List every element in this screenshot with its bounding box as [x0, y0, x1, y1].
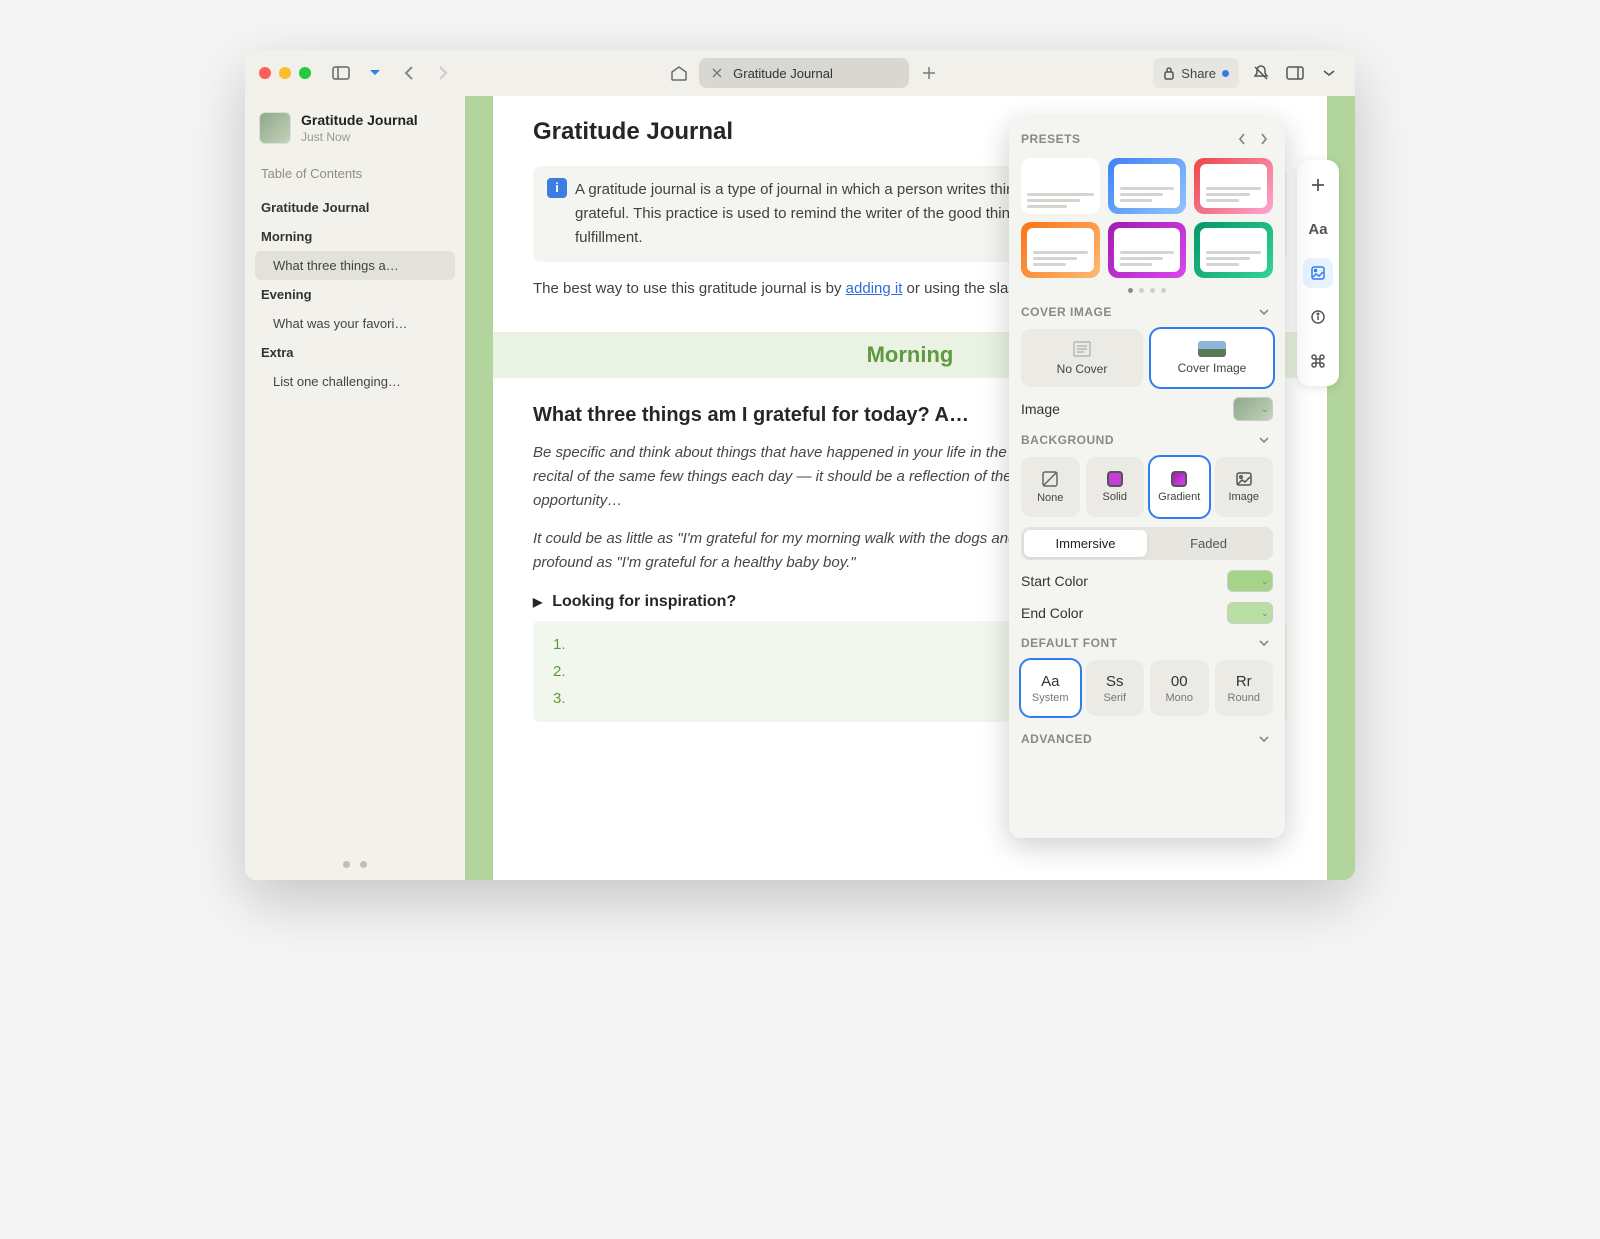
right-rail: Aa	[1297, 160, 1339, 386]
lock-icon	[1163, 66, 1175, 80]
cover-image-label: COVER IMAGE	[1021, 305, 1112, 319]
start-color-label: Start Color	[1021, 573, 1088, 589]
home-button[interactable]	[667, 61, 691, 85]
maximize-window-button[interactable]	[299, 67, 311, 79]
nav-forward-button[interactable]	[431, 61, 455, 85]
presets-label: PRESETS	[1021, 132, 1081, 146]
new-tab-button[interactable]	[917, 61, 941, 85]
background-label: BACKGROUND	[1021, 433, 1114, 447]
font-tiles: AaSystemSsSerif00MonoRrRound	[1021, 660, 1273, 716]
app-window: Gratitude Journal Share	[245, 50, 1355, 880]
paginator-dot-icon[interactable]	[1128, 288, 1133, 293]
toc-item[interactable]: Morning	[255, 222, 455, 251]
commands-button[interactable]	[1303, 346, 1333, 376]
content-area: Gratitude Journal i A gratitude journal …	[465, 96, 1355, 880]
bg-gradient-option[interactable]: Gradient	[1150, 457, 1209, 517]
toc-item[interactable]: List one challenging…	[255, 367, 455, 396]
bg-solid-option[interactable]: Solid	[1086, 457, 1145, 517]
document-header[interactable]: Gratitude Journal Just Now	[255, 108, 455, 160]
toolbar: Gratitude Journal Share	[245, 50, 1355, 96]
paginator-dot-icon[interactable]	[1139, 288, 1144, 293]
presets-paginator	[1021, 288, 1273, 293]
close-window-button[interactable]	[259, 67, 271, 79]
font-label: DEFAULT FONT	[1021, 636, 1117, 650]
bg-image-option[interactable]: Image	[1215, 457, 1274, 517]
cover-section-toggle[interactable]	[1255, 303, 1273, 321]
no-cover-option[interactable]: No Cover	[1021, 329, 1143, 387]
notifications-button[interactable]	[1249, 61, 1273, 85]
toc-item[interactable]: What was your favori…	[255, 309, 455, 338]
background-section-toggle[interactable]	[1255, 431, 1273, 449]
more-menu-button[interactable]	[1317, 61, 1341, 85]
page-dot-icon[interactable]	[360, 861, 367, 868]
tab-title: Gratitude Journal	[733, 66, 833, 81]
toc-item[interactable]: Gratitude Journal	[255, 193, 455, 222]
bg-mode-faded[interactable]: Faded	[1147, 530, 1270, 557]
bg-mode-segmented: Immersive Faded	[1021, 527, 1273, 560]
paginator-dot-icon[interactable]	[1161, 288, 1166, 293]
bg-none-option[interactable]: None	[1021, 457, 1080, 517]
toc-list: Gratitude JournalMorningWhat three thing…	[255, 193, 455, 396]
paginator-dot-icon[interactable]	[1150, 288, 1155, 293]
document-thumbnail-icon	[259, 112, 291, 144]
end-color-picker[interactable]: ⌄	[1227, 602, 1273, 624]
font-option-system[interactable]: AaSystem	[1021, 660, 1080, 716]
document-icon	[1070, 340, 1094, 358]
image-icon	[1235, 471, 1253, 487]
share-button[interactable]: Share	[1153, 58, 1239, 88]
cover-image-option[interactable]: Cover Image	[1151, 329, 1273, 387]
share-label: Share	[1181, 66, 1216, 81]
presets-prev-button[interactable]	[1233, 130, 1251, 148]
font-option-mono[interactable]: 00Mono	[1150, 660, 1209, 716]
preset-tile[interactable]	[1108, 158, 1187, 214]
landscape-icon	[1198, 341, 1226, 357]
end-color-label: End Color	[1021, 605, 1083, 621]
add-link[interactable]: adding it	[846, 280, 903, 297]
traffic-lights	[259, 67, 311, 79]
view-mode-dropdown[interactable]	[363, 61, 387, 85]
add-block-button[interactable]	[1303, 170, 1333, 200]
sidebar: Gratitude Journal Just Now Table of Cont…	[245, 96, 465, 880]
document-title: Gratitude Journal	[301, 112, 418, 128]
sidebar-toggle-button[interactable]	[329, 61, 353, 85]
solid-icon	[1107, 471, 1123, 487]
disclosure-triangle-icon: ▶	[533, 595, 542, 609]
toc-item[interactable]: What three things a…	[255, 251, 455, 280]
panel-toggle-button[interactable]	[1283, 61, 1307, 85]
preset-tile[interactable]	[1021, 222, 1100, 278]
text-style-button[interactable]: Aa	[1303, 214, 1333, 244]
document-tab[interactable]: Gratitude Journal	[699, 58, 909, 88]
preset-tile[interactable]	[1194, 158, 1273, 214]
minimize-window-button[interactable]	[279, 67, 291, 79]
page-dot-icon[interactable]	[343, 861, 350, 868]
toc-heading: Table of Contents	[255, 160, 455, 187]
font-section-toggle[interactable]	[1255, 634, 1273, 652]
preset-tile[interactable]	[1021, 158, 1100, 214]
toc-item[interactable]: Evening	[255, 280, 455, 309]
presets-next-button[interactable]	[1255, 130, 1273, 148]
start-color-picker[interactable]: ⌄	[1227, 570, 1273, 592]
appearance-panel-button[interactable]	[1303, 258, 1333, 288]
toc-item[interactable]: Extra	[255, 338, 455, 367]
close-tab-button[interactable]	[709, 65, 725, 81]
preset-tile[interactable]	[1194, 222, 1273, 278]
gradient-icon	[1171, 471, 1187, 487]
nav-back-button[interactable]	[397, 61, 421, 85]
image-picker[interactable]: ⌄	[1233, 397, 1273, 421]
preset-tile[interactable]	[1108, 222, 1187, 278]
image-label: Image	[1021, 401, 1060, 417]
style-panel: PRESETS COVER IMAGE	[1009, 118, 1285, 838]
sidebar-pagination	[343, 861, 367, 868]
info-icon: i	[547, 178, 567, 198]
bg-mode-immersive[interactable]: Immersive	[1024, 530, 1147, 557]
advanced-label: ADVANCED	[1021, 732, 1092, 746]
document-timestamp: Just Now	[301, 130, 418, 144]
font-option-serif[interactable]: SsSerif	[1086, 660, 1145, 716]
info-panel-button[interactable]	[1303, 302, 1333, 332]
none-icon	[1041, 470, 1059, 488]
advanced-section-toggle[interactable]	[1255, 730, 1273, 748]
presets-grid	[1021, 158, 1273, 278]
font-option-round[interactable]: RrRound	[1215, 660, 1274, 716]
share-indicator-icon	[1222, 70, 1229, 77]
